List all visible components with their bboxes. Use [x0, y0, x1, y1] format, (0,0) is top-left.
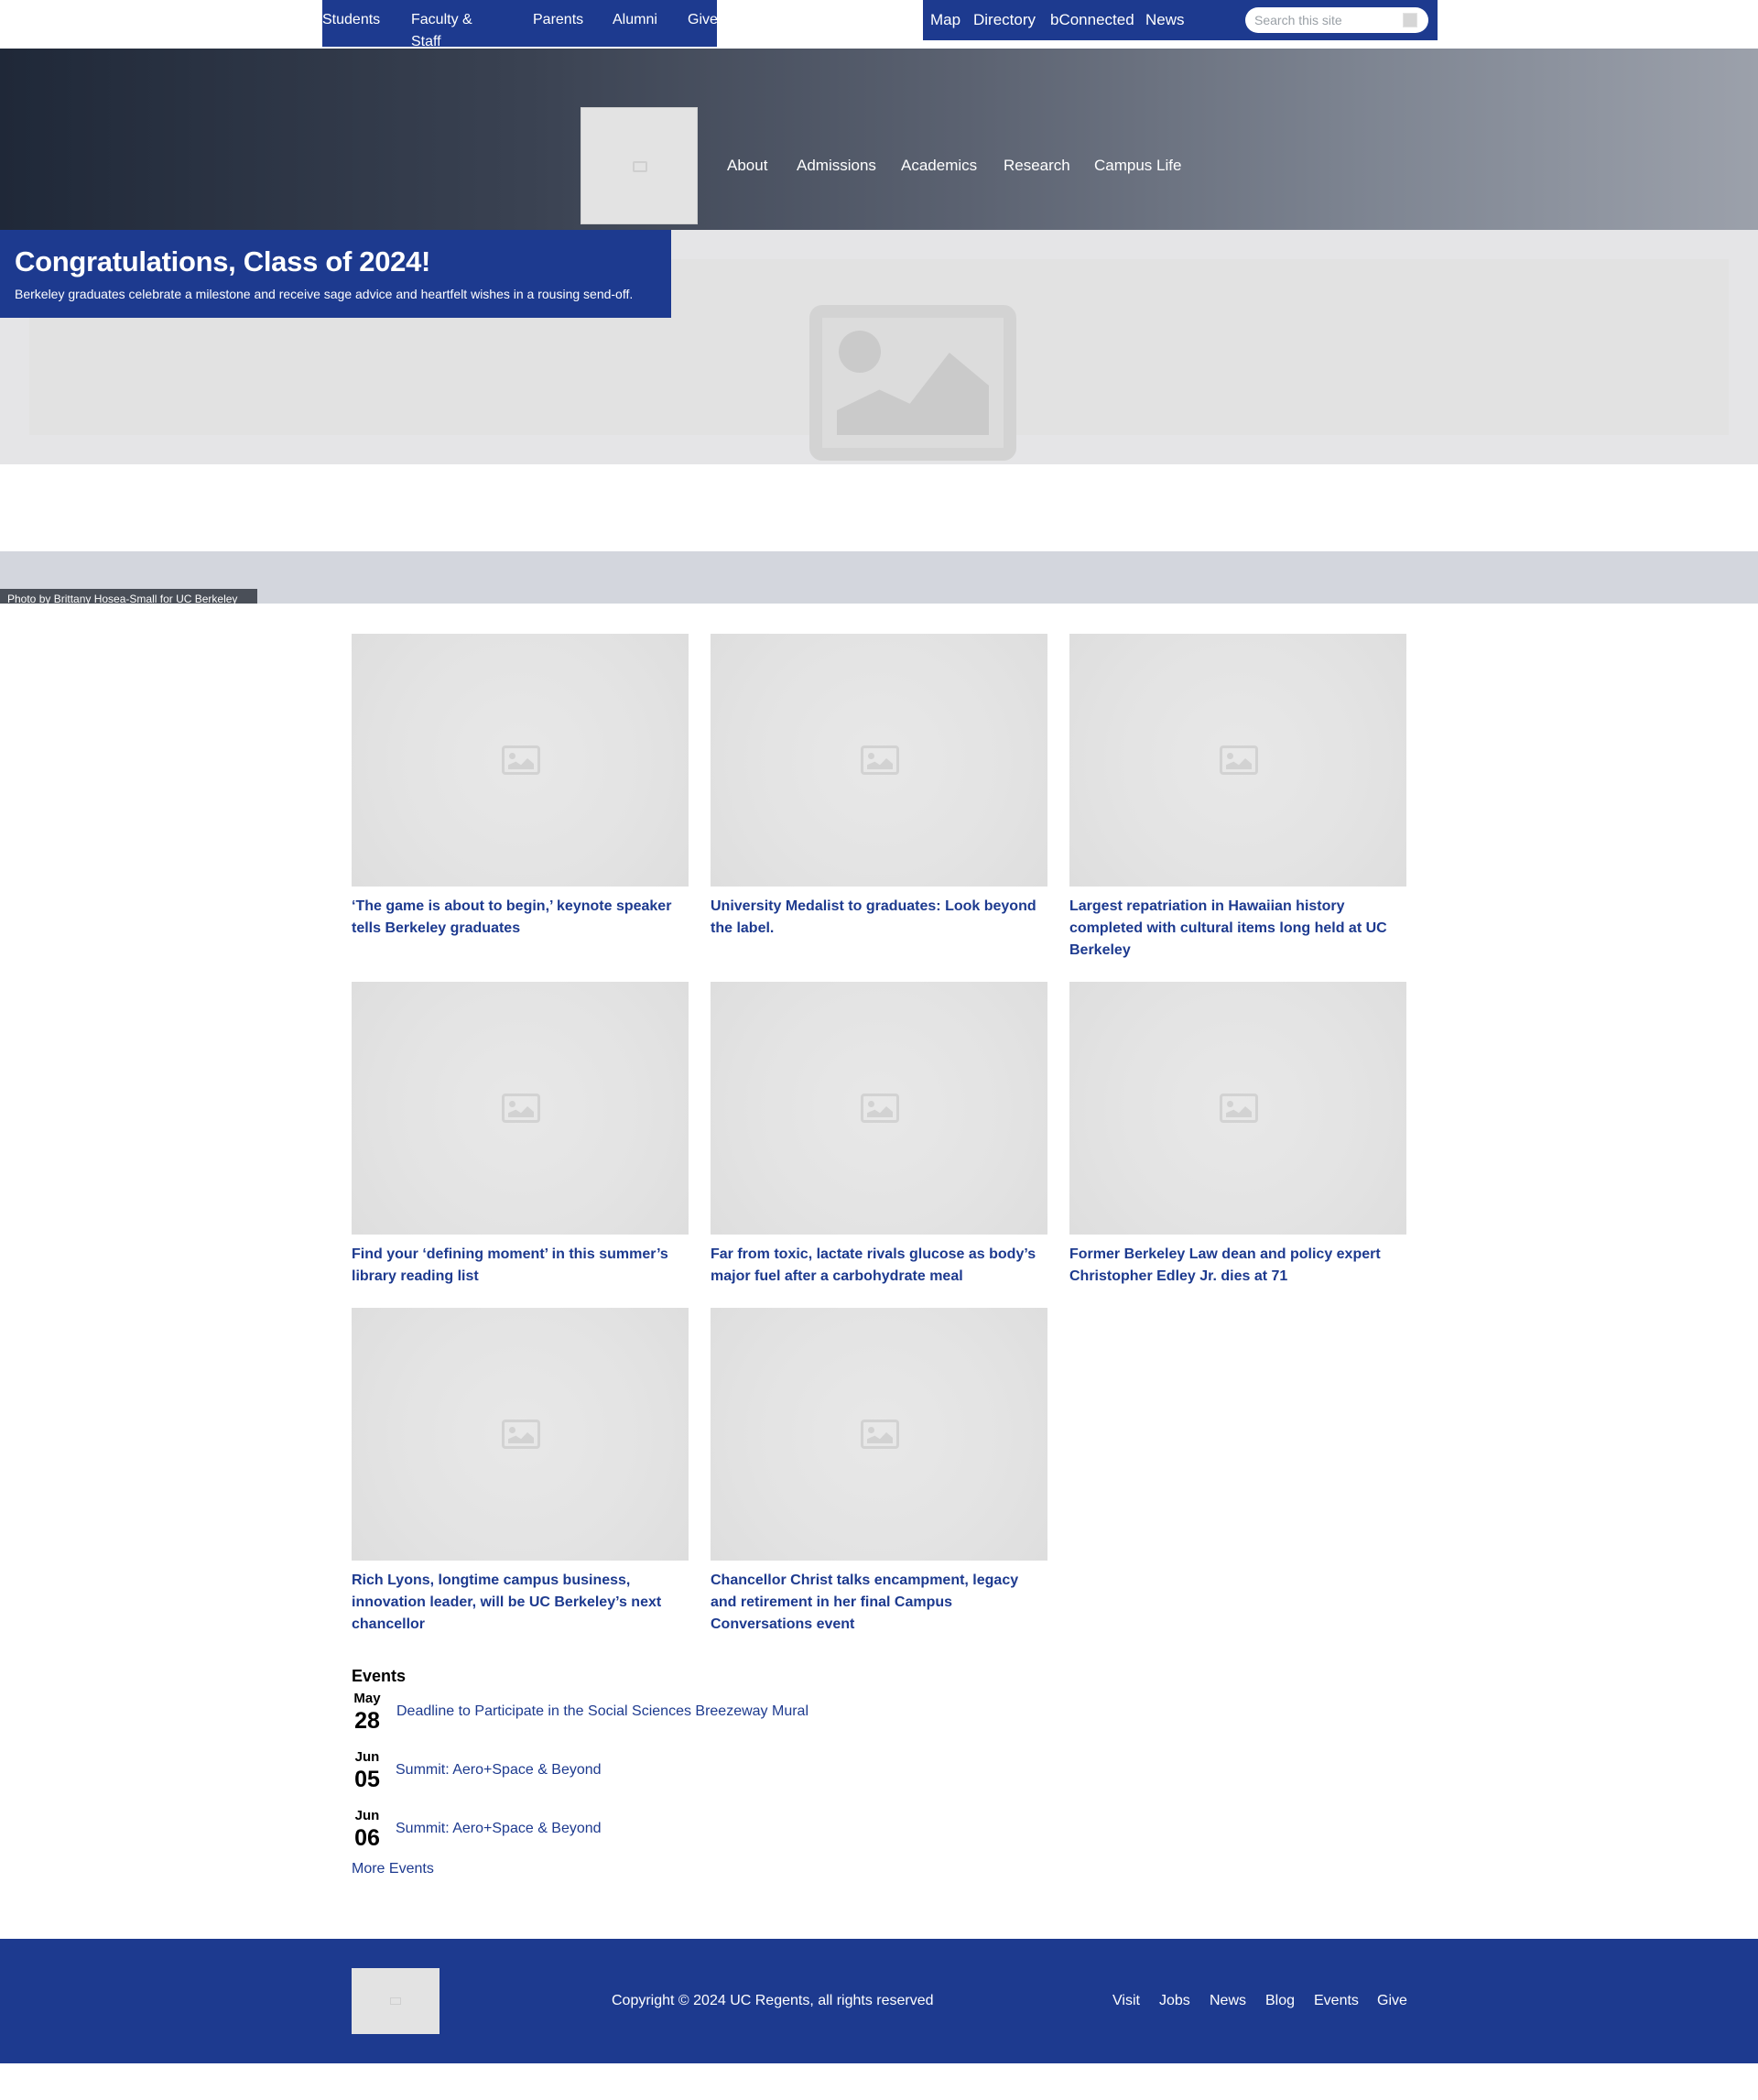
copyright-text: Copyright © 2024 UC Regents, all rights … [612, 1993, 934, 2008]
search-button[interactable] [1403, 13, 1417, 27]
news-card: Rich Lyons, longtime campus business, in… [352, 1308, 689, 1636]
image-placeholder-icon [861, 745, 899, 775]
utility-nav: Map Directory bConnected News [923, 0, 1438, 40]
news-thumbnail[interactable] [1069, 982, 1406, 1235]
news-thumbnail[interactable] [711, 982, 1047, 1235]
footer-link-blog[interactable]: Blog [1265, 1991, 1295, 2011]
news-title-link[interactable]: Former Berkeley Law dean and policy expe… [1069, 1244, 1406, 1288]
image-placeholder-icon [502, 745, 540, 775]
utility-link-map[interactable]: Map [930, 10, 960, 30]
news-thumbnail[interactable] [352, 1308, 689, 1561]
event-month: Jun [354, 1749, 380, 1765]
news-title-link[interactable]: Far from toxic, lactate rivals glucose a… [711, 1244, 1047, 1288]
event-day: 06 [354, 1825, 380, 1851]
main-nav-campus-life[interactable]: Campus Life [1094, 156, 1181, 176]
hero-title[interactable]: Congratulations, Class of 2024! [15, 244, 430, 280]
footer-link-give[interactable]: Give [1377, 1991, 1407, 2011]
image-placeholder-icon [502, 1420, 540, 1449]
news-thumbnail[interactable] [711, 634, 1047, 887]
footer-link-jobs[interactable]: Jobs [1159, 1991, 1190, 2011]
event-item: Jun 05 Summit: Aero+Space & Beyond [352, 1749, 901, 1801]
image-placeholder-icon [633, 161, 647, 172]
main-nav-research[interactable]: Research [1004, 156, 1070, 176]
news-thumbnail[interactable] [1069, 634, 1406, 887]
news-title-link[interactable]: Largest repatriation in Hawaiian history… [1069, 896, 1406, 962]
event-item: May 28 Deadline to Participate in the So… [352, 1691, 901, 1742]
utility-link-directory[interactable]: Directory [973, 10, 1036, 30]
top-bar: Students Faculty & Staff Parents Alumni … [0, 0, 1758, 49]
news-card: Far from toxic, lactate rivals glucose a… [711, 982, 1047, 1288]
search-input[interactable] [1254, 11, 1401, 29]
news-title-link[interactable]: Rich Lyons, longtime campus business, in… [352, 1570, 689, 1636]
news-title-link[interactable]: University Medalist to graduates: Look b… [711, 896, 1047, 940]
image-placeholder-icon [861, 1094, 899, 1123]
image-placeholder-icon [1220, 1094, 1258, 1123]
footer-link-events[interactable]: Events [1314, 1991, 1359, 2011]
footer-logo[interactable] [352, 1968, 440, 2034]
main-nav-about[interactable]: About [727, 156, 767, 176]
event-month: Jun [354, 1808, 380, 1823]
news-card: Chancellor Christ talks encampment, lega… [711, 1308, 1047, 1636]
audience-nav: Students Faculty & Staff Parents Alumni … [322, 0, 718, 49]
audience-link-faculty-staff[interactable]: Faculty & Staff [411, 9, 494, 53]
news-card: ‘The game is about to begin,’ keynote sp… [352, 634, 689, 940]
news-title-link[interactable]: Find your ‘defining moment’ in this summ… [352, 1244, 689, 1288]
utility-link-bconnected[interactable]: bConnected [1050, 10, 1134, 30]
search-box [1245, 7, 1428, 33]
news-thumbnail[interactable] [352, 982, 689, 1235]
audience-link-alumni[interactable]: Alumni [613, 9, 657, 31]
image-placeholder-icon [809, 305, 1016, 461]
news-card: Find your ‘defining moment’ in this summ… [352, 982, 689, 1288]
event-link[interactable]: Deadline to Participate in the Social Sc… [396, 1702, 808, 1722]
footer-link-news[interactable]: News [1210, 1991, 1246, 2011]
hero-caption: Congratulations, Class of 2024! Berkeley… [0, 230, 671, 318]
audience-link-give[interactable]: Give [688, 9, 718, 31]
footer-link-visit[interactable]: Visit [1112, 1991, 1140, 2011]
news-title-link[interactable]: ‘The game is about to begin,’ keynote sp… [352, 896, 689, 940]
image-placeholder-icon [861, 1420, 899, 1449]
audience-link-parents[interactable]: Parents [533, 9, 583, 31]
main-nav-academics[interactable]: Academics [901, 156, 977, 176]
news-card: Former Berkeley Law dean and policy expe… [1069, 982, 1406, 1288]
events-heading: Events [352, 1667, 407, 1685]
news-thumbnail[interactable] [352, 634, 689, 887]
event-month: May [353, 1691, 381, 1706]
utility-link-news[interactable]: News [1145, 10, 1185, 30]
news-card: University Medalist to graduates: Look b… [711, 634, 1047, 940]
event-link[interactable]: Summit: Aero+Space & Beyond [396, 1760, 602, 1780]
news-thumbnail[interactable] [711, 1308, 1047, 1561]
photo-credit: Photo by Brittany Hosea-Small for UC Ber… [0, 589, 257, 604]
site-footer: Copyright © 2024 UC Regents, all rights … [0, 1939, 1758, 2063]
hero-subtitle: Berkeley graduates celebrate a milestone… [15, 287, 634, 301]
hero-band [0, 551, 1758, 604]
more-events-link[interactable]: More Events [352, 1859, 434, 1879]
main-nav-admissions[interactable]: Admissions [797, 156, 876, 176]
event-item: Jun 06 Summit: Aero+Space & Beyond [352, 1808, 901, 1859]
site-logo[interactable] [581, 107, 698, 224]
news-card: Largest repatriation in Hawaiian history… [1069, 634, 1406, 962]
news-title-link[interactable]: Chancellor Christ talks encampment, lega… [711, 1570, 1047, 1636]
site-header: About Admissions Academics Research Camp… [0, 49, 1758, 230]
event-link[interactable]: Summit: Aero+Space & Beyond [396, 1819, 602, 1839]
audience-link-students[interactable]: Students [322, 9, 380, 31]
image-placeholder-icon [502, 1094, 540, 1123]
image-placeholder-icon [1220, 745, 1258, 775]
image-placeholder-icon [390, 1997, 401, 2005]
event-day: 28 [354, 1708, 380, 1734]
event-day: 05 [354, 1767, 380, 1792]
